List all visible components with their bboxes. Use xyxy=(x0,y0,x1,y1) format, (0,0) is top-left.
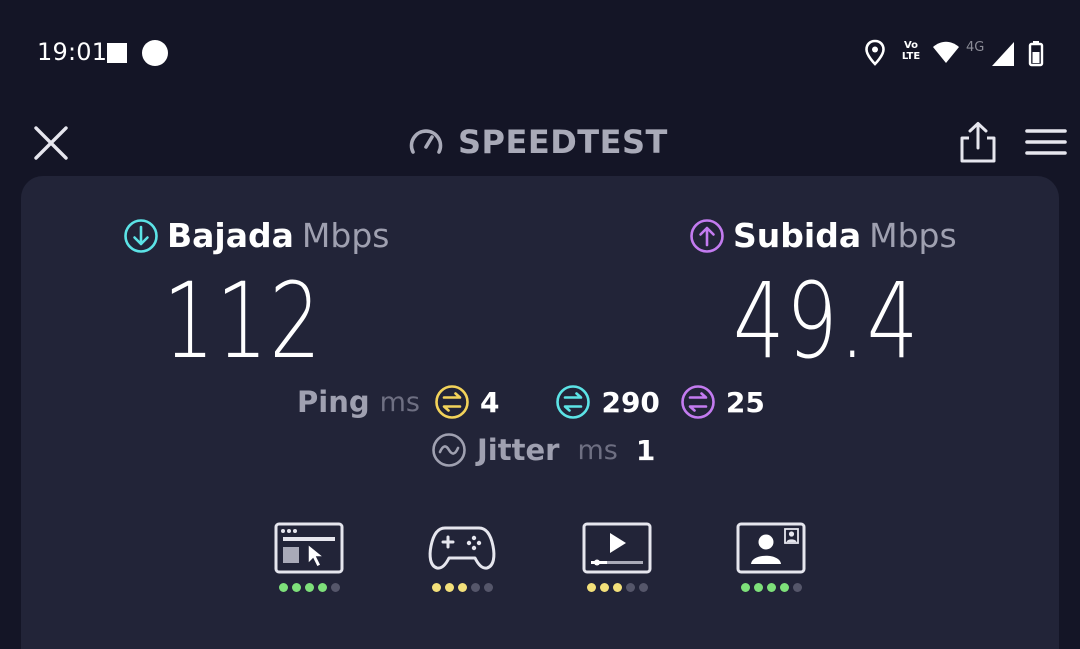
video-call-icon xyxy=(736,522,806,574)
rating-dot-filled xyxy=(586,583,596,592)
rating-dot-empty xyxy=(330,583,340,592)
hamburger-menu-icon xyxy=(1025,129,1067,155)
speedometer-icon xyxy=(409,129,443,154)
video-call-dots xyxy=(736,583,806,592)
rating-dot-filled xyxy=(779,583,789,592)
video-streaming-rating[interactable] xyxy=(582,522,652,594)
ping-unit: ms xyxy=(379,386,420,418)
share-button[interactable] xyxy=(956,120,1000,164)
record-notification-icon xyxy=(142,40,168,66)
download-label: Bajada xyxy=(167,216,294,255)
rating-dot-empty xyxy=(483,583,493,592)
jitter-unit: ms xyxy=(577,434,618,466)
download-speed-value: 112 xyxy=(163,260,323,382)
upload-arrow-icon xyxy=(690,218,724,253)
rating-dot-empty xyxy=(625,583,635,592)
volte-icon: Vo LTE xyxy=(898,40,924,72)
speedtest-screen: 19:01 Vo LTE 4G SPEEDTEST Bajada Mbps 11… xyxy=(0,0,1080,649)
jitter-icon xyxy=(432,433,466,467)
volte-top-label: Vo xyxy=(903,40,919,51)
video-streaming-dots xyxy=(582,583,652,592)
video-streaming-icon xyxy=(582,522,652,574)
app-header: SPEEDTEST xyxy=(0,108,1080,176)
status-bar: 19:01 Vo LTE 4G xyxy=(0,0,1080,108)
ping-upload-value: 25 xyxy=(725,385,765,419)
download-header: Bajada Mbps xyxy=(123,216,389,255)
ping-upload-icon xyxy=(681,385,715,419)
rating-dot-filled xyxy=(766,583,776,592)
rating-dot-filled xyxy=(431,583,441,592)
upload-header: Subida Mbps xyxy=(689,216,957,255)
jitter-label: Jitter xyxy=(477,433,560,467)
close-icon xyxy=(34,126,68,160)
rating-dot-filled xyxy=(444,583,454,592)
jitter-row: Jitter ms 1 xyxy=(431,430,655,470)
download-unit: Mbps xyxy=(301,216,390,255)
brand-logo: SPEEDTEST xyxy=(408,122,668,162)
web-browsing-dots xyxy=(274,583,344,592)
web-browsing-rating[interactable] xyxy=(274,522,344,594)
ping-idle: 4 xyxy=(434,384,499,420)
rating-dot-filled xyxy=(740,583,750,592)
web-browsing-icon xyxy=(274,522,344,574)
ping-idle-icon xyxy=(435,385,469,419)
location-icon xyxy=(864,38,886,70)
gaming-icon xyxy=(428,526,496,570)
rating-dot-filled xyxy=(304,583,314,592)
battery-icon xyxy=(1028,38,1044,70)
close-button[interactable] xyxy=(30,122,72,164)
upload-label: Subida xyxy=(733,216,862,255)
video-call-rating[interactable] xyxy=(736,522,806,594)
rating-dot-empty xyxy=(638,583,648,592)
gaming-rating[interactable] xyxy=(427,522,497,594)
ping-label: Ping xyxy=(297,385,370,419)
rating-dot-filled xyxy=(291,583,301,592)
ping-download-icon xyxy=(556,385,591,419)
download-arrow-icon xyxy=(124,218,158,253)
gaming-dots xyxy=(427,583,497,592)
ping-upload: 25 xyxy=(680,384,765,420)
results-card: Bajada Mbps 112 Subida Mbps 49.4 Ping ms… xyxy=(21,176,1059,649)
menu-button[interactable] xyxy=(1024,126,1068,160)
rating-dot-empty xyxy=(470,583,480,592)
rating-dot-filled xyxy=(612,583,622,592)
rating-dot-filled xyxy=(457,583,467,592)
stop-notification-icon xyxy=(107,43,127,63)
rating-dot-filled xyxy=(317,583,327,592)
jitter-value: 1 xyxy=(635,433,656,467)
app-title: SPEEDTEST xyxy=(458,123,668,161)
share-icon xyxy=(960,122,996,163)
upload-speed-value: 49.4 xyxy=(733,260,920,382)
rating-dot-filled xyxy=(278,583,288,592)
ping-download: 290 xyxy=(555,384,660,420)
ping-download-value: 290 xyxy=(601,385,660,419)
signal-icon xyxy=(990,38,1016,70)
ping-row: Ping ms 4 290 25 xyxy=(297,382,765,422)
rating-dot-empty xyxy=(792,583,802,592)
network-type-label: 4G xyxy=(966,40,985,55)
upload-unit: Mbps xyxy=(869,216,957,255)
rating-dot-filled xyxy=(753,583,763,592)
volte-bottom-label: LTE xyxy=(901,51,921,62)
status-time: 19:01 xyxy=(37,38,108,66)
wifi-icon xyxy=(932,38,960,70)
ping-idle-value: 4 xyxy=(479,385,500,419)
rating-dot-filled xyxy=(599,583,609,592)
